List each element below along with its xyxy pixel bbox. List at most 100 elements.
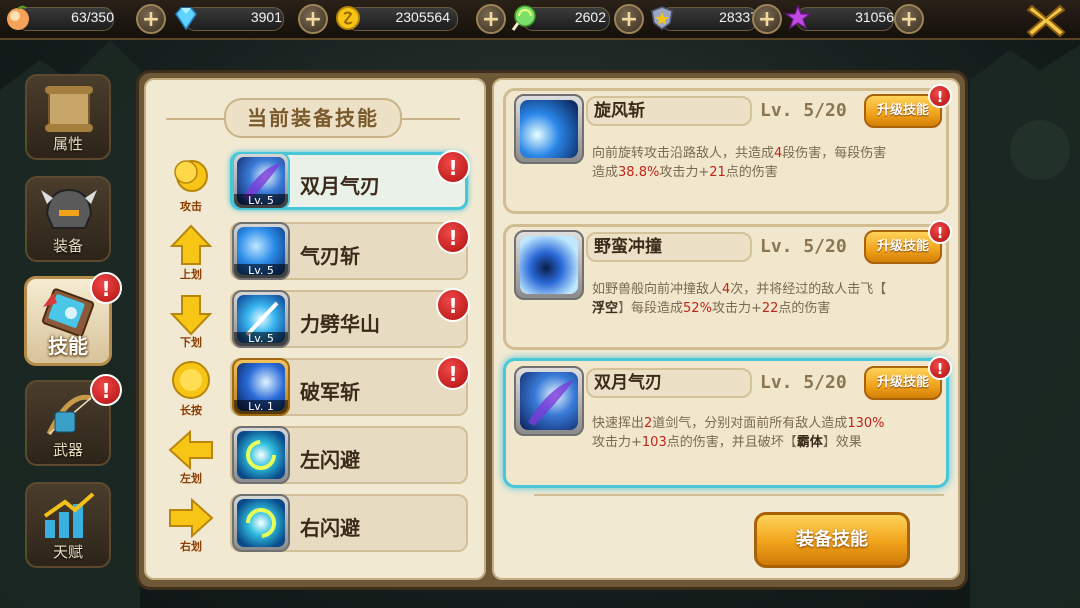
skill-icon: Lv. 5 — [232, 152, 290, 210]
description-text: 向前旋转攻击沿路敌人，共造成 — [592, 146, 775, 161]
equipped-skill-name: 气刃斩 — [300, 244, 360, 268]
purple-star-icon — [784, 5, 812, 30]
skill-card-description: 向前旋转攻击沿路敌人，共造成4段伤害，每段伤害 造成38.8%攻击力+21点的伤害 — [592, 144, 942, 182]
description-text: 攻击力+ — [659, 165, 710, 180]
tab-equipment[interactable]: 装备 — [25, 176, 111, 262]
tab-talents[interactable]: 天赋 — [25, 482, 111, 568]
skill-card-description: 如野兽般向前冲撞敌人4次，并将经过的敌人击飞【 浮空】每段造成52%攻击力+22点… — [592, 280, 942, 318]
skill-card-level: Lv. 5/20 — [760, 100, 847, 121]
weapons-tab-badge: ! — [90, 374, 122, 406]
diamond-icon — [175, 7, 197, 31]
keyword: 浮空 — [592, 301, 619, 316]
equipped-skill-name: 双月气刃 — [300, 174, 380, 198]
description-text: 快速挥出 — [592, 416, 645, 431]
resource-bar: 63/350 + 3901 + 2305564 + 2602 + 28337 +… — [0, 0, 1080, 40]
gesture-long-press-icon: 长按 — [166, 360, 216, 417]
skill-card-icon — [514, 230, 584, 300]
resource-candy: 2602 — [510, 5, 610, 31]
add-diamond-button[interactable]: + — [298, 4, 328, 34]
add-honor-button[interactable]: + — [752, 4, 782, 34]
tab-talents-label: 天赋 — [52, 543, 83, 561]
tab-skills-label: 技能 — [48, 334, 88, 358]
add-star-button[interactable]: + — [894, 4, 924, 34]
description-text: 次，并将经过的敌人击飞【 — [730, 282, 887, 297]
helmet-icon — [41, 188, 97, 229]
description-line: 浮空】每段造成52%攻击力+22点的伤害 — [592, 299, 942, 318]
description-text: 点的伤害 — [778, 301, 831, 316]
upgrade-alert-badge: ! — [436, 288, 470, 322]
tab-attributes-label: 属性 — [52, 135, 83, 153]
diamond-value: 3901 — [250, 9, 282, 25]
equipped-skill-name: 破军斩 — [300, 380, 360, 404]
description-line: 向前旋转攻击沿路敌人，共造成4段伤害，每段伤害 — [592, 144, 942, 163]
upgrade-alert-badge: ! — [928, 84, 952, 108]
divider — [534, 494, 944, 496]
gesture-attack-icon: 攻击 — [166, 156, 216, 213]
equipped-skill-name: 左闪避 — [300, 448, 360, 472]
description-text: 道剑气，分别对面前所有敌人造成 — [652, 416, 848, 431]
stamina-value: 63/350 — [71, 9, 114, 25]
skill-card-level: Lv. 5/20 — [760, 236, 847, 257]
highlighted-value: 130% — [847, 416, 885, 431]
upgrade-alert-badge: ! — [928, 220, 952, 244]
equipped-skill-name: 右闪避 — [300, 516, 360, 540]
highlighted-value: 52% — [683, 301, 712, 316]
skill-icon — [232, 494, 290, 552]
gesture-swipe-up-icon: 上划 — [166, 224, 216, 281]
description-text: 】每段造成 — [618, 301, 684, 316]
close-icon[interactable] — [1024, 0, 1068, 40]
description-text: 段伤害，每段伤害 — [782, 146, 887, 161]
equip-skill-button[interactable]: 装备技能 — [754, 512, 910, 568]
skill-icon: Lv. 5 — [232, 290, 290, 348]
upgrade-alert-badge: ! — [928, 356, 952, 380]
description-line: 如野兽般向前冲撞敌人4次，并将经过的敌人击飞【 — [592, 280, 942, 299]
description-text: 】效果 — [822, 435, 862, 450]
highlighted-value: 21 — [709, 165, 726, 180]
skill-card-name: 野蛮冲撞 — [586, 232, 752, 262]
scroll-icon — [45, 86, 93, 132]
description-line: 快速挥出2道剑气，分别对面前所有敌人造成130% — [592, 414, 942, 433]
highlighted-value: 22 — [761, 301, 779, 316]
peach-icon — [7, 5, 29, 30]
resource-star: 31056 — [784, 5, 896, 31]
upgrade-alert-badge: ! — [436, 220, 470, 254]
skill-card-level: Lv. 5/20 — [760, 372, 847, 393]
upgrade-alert-badge: ! — [436, 150, 470, 184]
add-stamina-button[interactable]: + — [136, 4, 166, 34]
highlighted-value: 38.8% — [618, 165, 660, 180]
weapon-icon — [46, 394, 92, 436]
gesture-swipe-left-icon: 左划 — [166, 428, 216, 485]
resource-diamond: 3901 — [172, 5, 284, 31]
tab-equipment-label: 装备 — [52, 237, 83, 255]
lollipop-icon — [511, 5, 536, 31]
resource-honor: 28337 — [648, 5, 758, 31]
talent-chart-icon — [43, 492, 95, 538]
tab-weapons-label: 武器 — [52, 441, 83, 459]
highlighted-value: 103 — [641, 435, 667, 450]
add-gold-button[interactable]: + — [476, 4, 506, 34]
skill-card-name: 旋风斩 — [586, 96, 752, 126]
skill-card-icon — [514, 366, 584, 436]
resource-stamina: 63/350 — [4, 5, 114, 31]
skill-card-name: 双月气刃 — [586, 368, 752, 398]
skill-card-description: 快速挥出2道剑气，分别对面前所有敌人造成130% 攻击力+103点的伤害，并且破坏… — [592, 414, 942, 452]
description-line: 造成38.8%攻击力+21点的伤害 — [592, 163, 942, 182]
description-text: 攻击力+ — [592, 435, 642, 450]
tab-attributes[interactable]: 属性 — [25, 74, 111, 160]
candy-value: 2602 — [574, 9, 606, 25]
gesture-swipe-right-icon: 右划 — [166, 496, 216, 553]
skill-card-icon — [514, 94, 584, 164]
description-line: 攻击力+103点的伤害，并且破坏【霸体】效果 — [592, 433, 942, 452]
shield-icon — [651, 6, 673, 30]
description-text: 点的伤害 — [725, 165, 778, 180]
equipped-skill-name: 力劈华山 — [300, 312, 380, 336]
gold-value: 2305564 — [395, 9, 450, 25]
skill-icon — [232, 426, 290, 484]
description-text: 点的伤害，并且破坏【 — [666, 435, 797, 450]
gold-coin-icon — [336, 6, 360, 30]
equipped-skills-title: 当前装备技能 — [224, 98, 402, 138]
skill-icon: Lv. 5 — [232, 222, 290, 280]
upgrade-alert-badge: ! — [436, 356, 470, 390]
add-candy-button[interactable]: + — [614, 4, 644, 34]
honor-value: 28337 — [719, 9, 758, 25]
